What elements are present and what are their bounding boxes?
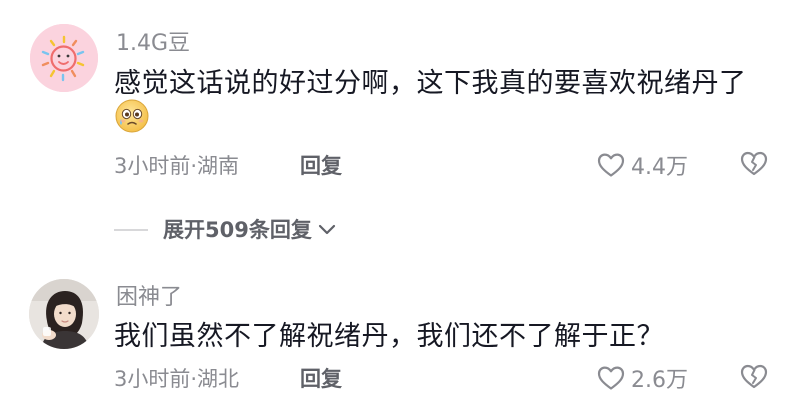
avatar[interactable] xyxy=(29,279,99,349)
reply-button[interactable]: 回复 xyxy=(300,150,342,180)
dislike-button[interactable] xyxy=(740,363,768,391)
like-button[interactable]: 4.4万 xyxy=(597,149,688,181)
sun-icon xyxy=(30,24,98,92)
like-count: 4.4万 xyxy=(631,155,688,180)
comment-meta: 3小时前·湖南 xyxy=(114,154,240,178)
comment-meta: 3小时前·湖北 xyxy=(114,367,240,391)
broken-heart-icon xyxy=(740,364,768,389)
comment-username[interactable]: 1.4G豆 xyxy=(116,25,190,57)
like-button[interactable]: 2.6万 xyxy=(597,362,688,394)
user-photo-icon xyxy=(29,279,99,349)
avatar[interactable] xyxy=(30,24,98,92)
comment-username[interactable]: 困神了 xyxy=(116,279,182,311)
divider xyxy=(114,229,148,231)
expand-replies-label: 展开509条回复 xyxy=(163,218,312,242)
comment-text: 我们虽然不了解祝绪丹，我们还不了解于正？ xyxy=(114,321,664,352)
comment-text: 感觉这话说的好过分啊，这下我真的要喜欢祝绪丹了 xyxy=(114,68,747,99)
reply-button[interactable]: 回复 xyxy=(300,363,342,393)
like-count: 2.6万 xyxy=(631,368,688,393)
heart-icon xyxy=(597,153,625,177)
dislike-button[interactable] xyxy=(740,150,768,178)
heart-icon xyxy=(597,366,625,390)
smiling-face-with-tear-icon xyxy=(114,98,150,134)
broken-heart-icon xyxy=(740,151,768,176)
chevron-down-icon xyxy=(318,224,335,235)
expand-replies-button[interactable]: 展开509条回复 xyxy=(163,214,338,244)
